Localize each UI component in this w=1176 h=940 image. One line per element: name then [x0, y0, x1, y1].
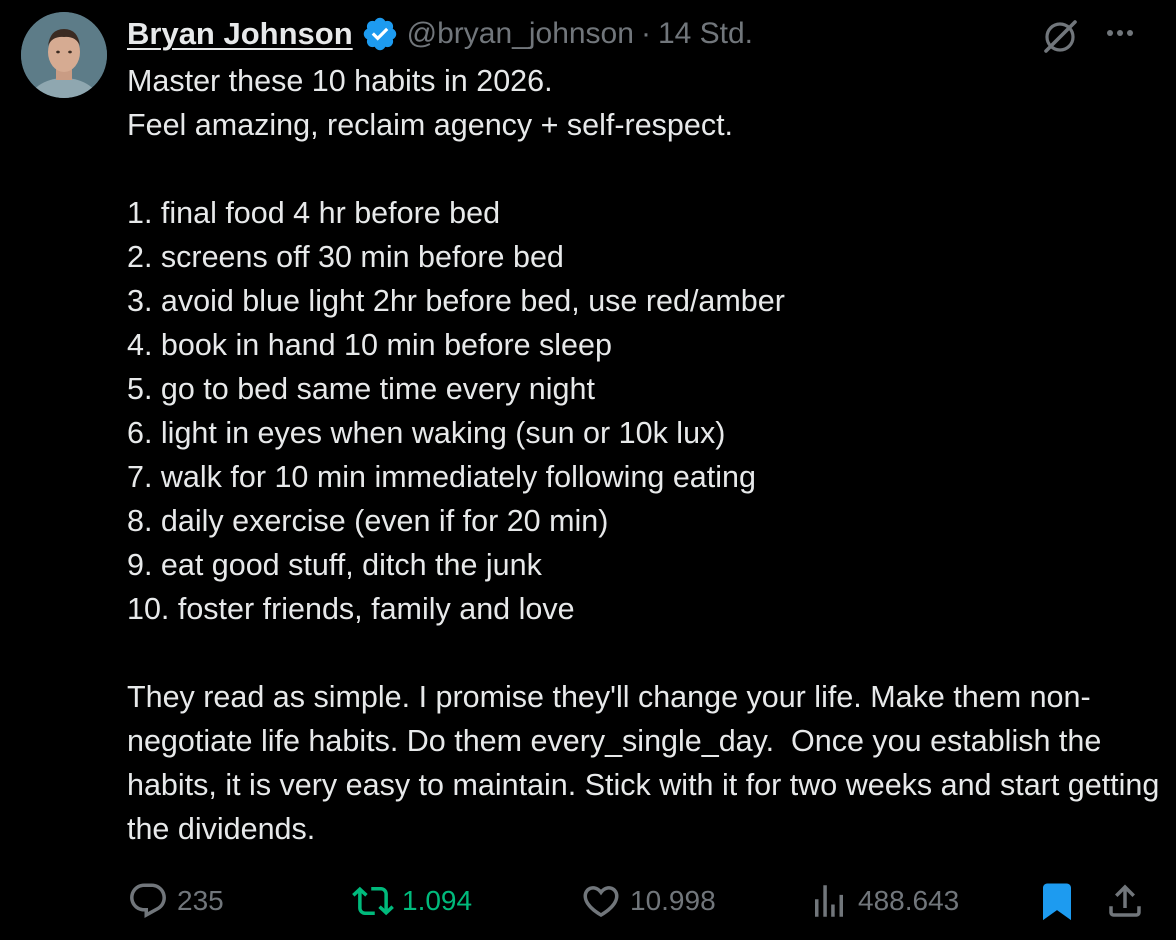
avatar-photo: [21, 12, 107, 98]
repost-button[interactable]: 1.094: [352, 878, 472, 924]
views-button[interactable]: 488.643: [808, 878, 959, 924]
tweet: Bryan Johnson @bryan_johnson · 14 Std. M…: [0, 0, 1176, 940]
action-bar: 235 1.094 10.998 488.643: [0, 878, 1176, 924]
like-count: 10.998: [630, 885, 716, 916]
share-button[interactable]: [1104, 878, 1146, 924]
tweet-text: Master these 10 habits in 2026. Feel ama…: [127, 59, 1167, 851]
bookmark-icon: [1043, 883, 1071, 921]
avatar[interactable]: [21, 12, 107, 98]
tweet-timestamp[interactable]: 14 Std.: [658, 17, 753, 51]
share-icon: [1109, 884, 1141, 917]
repost-icon: [352, 886, 394, 916]
separator-dot: ·: [640, 17, 651, 50]
reply-button[interactable]: 235: [127, 878, 224, 924]
tweet-spacer: [127, 631, 1167, 675]
like-button[interactable]: 10.998: [580, 878, 716, 924]
views-icon: [815, 885, 843, 917]
views-count: 488.643: [858, 885, 960, 916]
verified-badge-icon[interactable]: [361, 15, 399, 53]
heart-icon: [583, 886, 619, 918]
author-handle[interactable]: @bryan_johnson: [407, 17, 634, 51]
tweet-paragraph-list: 1. final food 4 hr before bed 2. screens…: [127, 196, 785, 626]
reply-count: 235: [177, 885, 224, 916]
tweet-spacer: [127, 147, 1167, 191]
reply-icon: [130, 883, 166, 918]
tweet-paragraph-intro: Master these 10 habits in 2026. Feel ama…: [127, 64, 734, 142]
author-name[interactable]: Bryan Johnson: [127, 16, 353, 52]
tweet-paragraph-closing: They read as simple. I promise they'll c…: [127, 680, 1168, 846]
grok-icon[interactable]: [1038, 14, 1082, 58]
repost-count: 1.094: [402, 885, 473, 916]
tweet-header: Bryan Johnson @bryan_johnson · 14 Std.: [127, 14, 753, 54]
bookmark-button[interactable]: [1036, 878, 1078, 924]
more-icon[interactable]: [1098, 18, 1142, 48]
